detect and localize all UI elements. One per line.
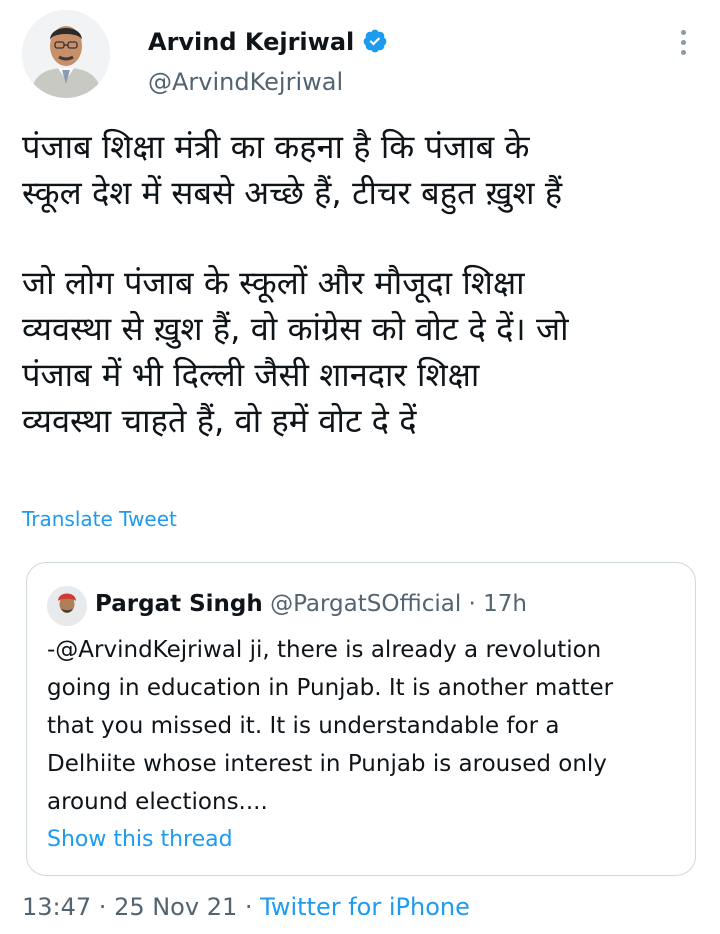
tweet-time[interactable]: 13:47 bbox=[22, 893, 91, 921]
quoted-author-handle[interactable]: @PargatSOfficial bbox=[270, 591, 461, 617]
show-thread-link[interactable]: Show this thread bbox=[47, 825, 233, 855]
author-name-row[interactable]: Arvind Kejriwal bbox=[148, 28, 388, 56]
quoted-tweet-header: Pargat Singh @PargatSOfficial · 17h bbox=[95, 589, 527, 619]
author-avatar[interactable] bbox=[22, 10, 110, 98]
translate-tweet-link[interactable]: Translate Tweet bbox=[22, 505, 177, 533]
verified-badge-icon bbox=[363, 29, 387, 53]
quoted-tweet[interactable]: Pargat Singh @PargatSOfficial · 17h -@Ar… bbox=[26, 562, 696, 876]
tweet-text: पंजाब शिक्षा मंत्री का कहना है कि पंजाब … bbox=[22, 124, 698, 444]
tweet: Arvind Kejriwal @ArvindKejriwal पंजाब शि… bbox=[0, 0, 720, 934]
quoted-tweet-text: -@ArvindKejriwal ji, there is already a … bbox=[47, 637, 614, 815]
footer-separator-1: · bbox=[91, 893, 115, 921]
quoted-author-avatar-image bbox=[47, 586, 87, 626]
tweet-date[interactable]: 25 Nov 21 bbox=[114, 893, 237, 921]
footer-separator-2: · bbox=[237, 893, 261, 921]
quoted-tweet-time[interactable]: 17h bbox=[483, 591, 527, 617]
tweet-footer: 13:47 · 25 Nov 21 · Twitter for iPhone bbox=[22, 892, 470, 922]
author-name[interactable]: Arvind Kejriwal bbox=[148, 28, 354, 56]
author-handle[interactable]: @ArvindKejriwal bbox=[148, 68, 343, 96]
tweet-header: Arvind Kejriwal @ArvindKejriwal bbox=[22, 10, 698, 104]
author-avatar-image bbox=[22, 10, 110, 98]
more-options-icon[interactable] bbox=[676, 30, 690, 60]
quoted-meta-separator: · bbox=[461, 591, 484, 617]
tweet-source-link[interactable]: Twitter for iPhone bbox=[260, 893, 470, 921]
tweet-paragraph-1: पंजाब शिक्षा मंत्री का कहना है कि पंजाब … bbox=[22, 128, 563, 212]
tweet-paragraph-2: जो लोग पंजाब के स्कूलों और मौजूदा शिक्षा… bbox=[22, 264, 569, 440]
quoted-author-avatar[interactable] bbox=[47, 586, 87, 626]
quoted-author-name[interactable]: Pargat Singh bbox=[95, 591, 263, 617]
